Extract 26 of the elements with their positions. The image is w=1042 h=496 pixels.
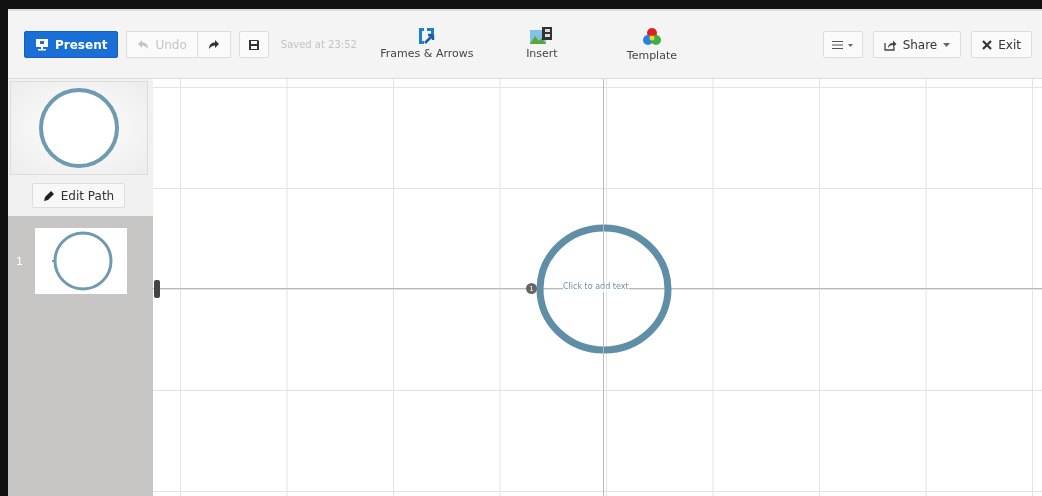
exit-button[interactable]: Exit	[971, 31, 1032, 58]
save-icon	[247, 38, 260, 51]
share-icon	[883, 38, 897, 51]
insert-tool[interactable]: Insert	[496, 27, 587, 62]
frames-tool[interactable]: Frames & Arrows	[376, 27, 477, 62]
menu-icon	[831, 39, 854, 50]
circle-frame[interactable]	[536, 224, 672, 354]
undo-icon	[137, 39, 150, 50]
save-button[interactable]	[238, 31, 269, 58]
caret-icon	[943, 42, 951, 47]
menu-button[interactable]	[822, 31, 863, 58]
frame-arrow-icon	[416, 27, 437, 45]
close-icon	[982, 39, 993, 50]
share-button[interactable]: Share	[872, 31, 962, 58]
edit-path-button[interactable]: Edit Path	[31, 183, 126, 208]
pencil-icon	[42, 189, 55, 202]
template-tool[interactable]: Template	[606, 27, 697, 62]
redo-button[interactable]	[197, 31, 231, 58]
image-film-icon	[529, 27, 554, 45]
redo-icon	[207, 39, 220, 50]
slide-number: 1	[16, 254, 23, 268]
screen-icon	[35, 38, 49, 51]
color-circles-icon	[641, 27, 662, 47]
panel-handle[interactable]	[154, 280, 160, 298]
frame-text-placeholder[interactable]: Click to add text	[563, 282, 629, 292]
present-button[interactable]: Present	[24, 31, 119, 58]
